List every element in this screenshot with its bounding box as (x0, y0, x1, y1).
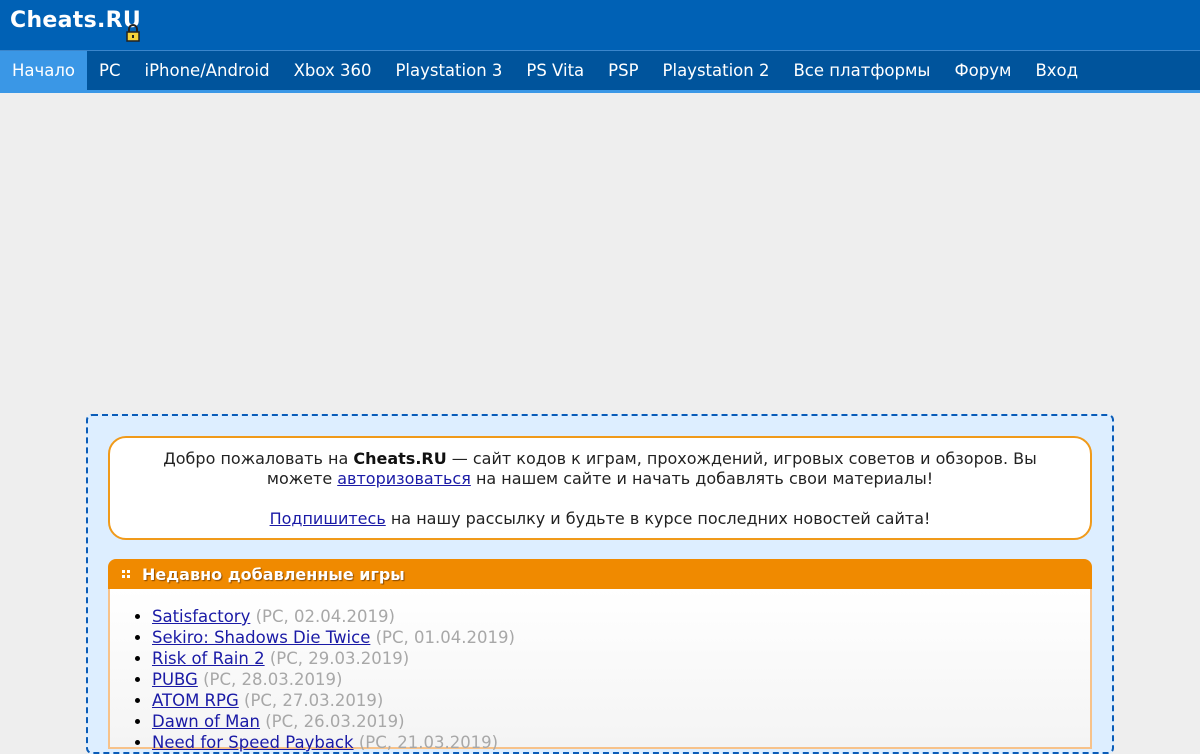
game-meta: (PC, 27.03.2019) (244, 691, 384, 710)
nav-item-8[interactable]: Все платформы (781, 51, 942, 90)
nav-list: Начало PC iPhone/Android Xbox 360 Playstatio… (0, 51, 1200, 90)
subscribe-link[interactable]: Подпишитесь (270, 509, 386, 528)
subscribe-text: Подпишитесь на нашу рассылку и будьте в … (134, 509, 1066, 529)
main-nav: Начало PC iPhone/Android Xbox 360 Playstatio… (0, 50, 1200, 93)
nav-item-2[interactable]: iPhone/Android (133, 51, 282, 90)
auth-link[interactable]: авторизоваться (337, 469, 471, 488)
nav-item-3[interactable]: Xbox 360 (282, 51, 384, 90)
recent-games-list: Satisfactory (PC, 02.04.2019)Sekiro: Sha… (110, 589, 1090, 753)
game-link[interactable]: Sekiro: Shadows Die Twice (152, 628, 370, 647)
subscribe-rest: на нашу рассылку и будьте в курсе послед… (385, 509, 931, 528)
game-meta: (PC, 29.03.2019) (269, 649, 410, 668)
game-meta: (PC, 28.03.2019) (203, 670, 343, 689)
game-link[interactable]: PUBG (152, 670, 198, 689)
lock-icon (126, 24, 140, 42)
ad-space (0, 96, 1200, 406)
game-link[interactable]: ATOM RPG (152, 691, 239, 710)
game-meta: (PC, 01.04.2019) (375, 628, 515, 647)
recent-games-title: Недавно добавленные игры (142, 564, 405, 584)
game-meta: (PC, 26.03.2019) (265, 712, 405, 731)
bullet-icon (122, 570, 130, 578)
welcome-site-name: Cheats.RU (353, 449, 447, 468)
list-item: ATOM RPG (PC, 27.03.2019) (152, 690, 1090, 711)
site-header: Cheats.RU (0, 0, 1200, 50)
nav-item-0[interactable]: Начало (0, 51, 88, 90)
list-item: Dawn of Man (PC, 26.03.2019) (152, 711, 1090, 732)
welcome-box: Добро пожаловать на Cheats.RU — сайт код… (108, 436, 1092, 540)
site-logo[interactable]: Cheats.RU (10, 8, 141, 33)
game-link[interactable]: Dawn of Man (152, 712, 260, 731)
welcome-intro: Добро пожаловать на (163, 449, 354, 468)
game-link[interactable]: Need for Speed Payback (152, 733, 354, 752)
game-link[interactable]: Satisfactory (152, 607, 250, 626)
list-item: Sekiro: Shadows Die Twice (PC, 01.04.201… (152, 627, 1090, 648)
nav-item-6[interactable]: PSP (596, 51, 650, 90)
nav-item-1[interactable]: PC (87, 51, 132, 90)
nav-item-5[interactable]: PS Vita (514, 51, 596, 90)
game-link[interactable]: Risk of Rain 2 (152, 649, 265, 668)
welcome-text: Добро пожаловать на Cheats.RU — сайт код… (134, 449, 1066, 489)
recent-games-panel: Satisfactory (PC, 02.04.2019)Sekiro: Sha… (108, 589, 1092, 752)
game-meta: (PC, 21.03.2019) (358, 733, 499, 752)
welcome-auth-rest: на нашем сайте и начать добавлять свои м… (470, 469, 934, 488)
nav-item-9[interactable]: Форум (942, 51, 1023, 90)
nav-item-7[interactable]: Playstation 2 (651, 51, 782, 90)
nav-item-10[interactable]: Вход (1023, 51, 1090, 90)
recent-games-header: Недавно добавленные игры (108, 559, 1092, 589)
list-item: Satisfactory (PC, 02.04.2019) (152, 606, 1090, 627)
game-meta: (PC, 02.04.2019) (255, 607, 395, 626)
list-item: Need for Speed Payback (PC, 21.03.2019) (152, 732, 1090, 753)
nav-item-4[interactable]: Playstation 3 (383, 51, 514, 90)
list-item: PUBG (PC, 28.03.2019) (152, 669, 1090, 690)
list-item: Risk of Rain 2 (PC, 29.03.2019) (152, 648, 1090, 669)
